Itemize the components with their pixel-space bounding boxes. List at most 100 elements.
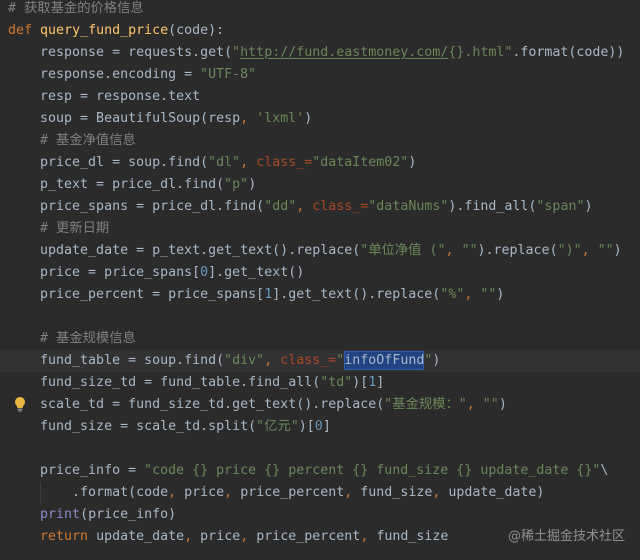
code-line[interactable]: price_percent = price_spans[1].get_text(… — [0, 284, 640, 306]
code-line[interactable]: fund_size_td = fund_table.find_all("td")… — [0, 372, 640, 394]
code-token-plain: update_date = p_text.get_text().replace( — [8, 243, 361, 258]
code-token-string: "td" — [320, 375, 353, 390]
code-token-plain: update_date — [88, 529, 185, 544]
code-token-plain: )[ — [352, 375, 369, 390]
code-token-plain: fund_size — [352, 485, 433, 500]
code-token-plain: fund_size = scale_td.split( — [8, 419, 257, 434]
code-token-plain: ) — [408, 155, 417, 170]
code-token-plain: \ — [600, 463, 609, 478]
code-token-string: "UTF-8" — [200, 67, 257, 82]
code-token-plain: price_spans = price_dl.find( — [8, 199, 265, 214]
code-line[interactable] — [0, 438, 640, 460]
code-token-number: 0 — [200, 265, 209, 280]
code-token-plain: price_info = — [8, 463, 145, 478]
code-line[interactable]: # 获取基金的价格信息 — [0, 0, 640, 20]
code-line[interactable]: .format(code, price, price_percent, fund… — [0, 482, 640, 504]
code-token-plain: price_percent — [248, 529, 361, 544]
code-token-string: "dataNums" — [368, 199, 449, 214]
indent-guide — [40, 482, 42, 504]
code-token-string: "div" — [224, 353, 265, 368]
code-token-comma: , — [240, 111, 249, 126]
code-line[interactable]: soup = BeautifulSoup(resp, 'lxml') — [0, 108, 640, 130]
code-line[interactable]: price_info = "code {} price {} percent {… — [0, 460, 640, 482]
code-line[interactable]: price_dl = soup.find("dl", class_="dataI… — [0, 152, 640, 174]
code-token-string: "%" — [440, 287, 465, 302]
lightbulb-icon[interactable] — [14, 352, 26, 412]
code-token-plain: price_percent = price_spans[ — [8, 287, 265, 302]
code-line[interactable]: scale_td = fund_size_td.get_text().repla… — [0, 394, 640, 416]
code-token-plain: price_percent — [232, 485, 345, 500]
code-token-plain: response.encoding = — [8, 67, 201, 82]
code-token-comma: , — [240, 155, 249, 170]
code-token-string: "单位净值 (" — [360, 243, 446, 258]
code-token-plain: price — [192, 529, 241, 544]
code-line[interactable]: price_spans = price_dl.find("dd", class_… — [0, 196, 640, 218]
code-token-comma: , — [224, 485, 233, 500]
code-token-string: "dd" — [264, 199, 297, 214]
code-token-plain: ) — [304, 111, 313, 126]
code-token-string: "" — [482, 397, 499, 412]
code-token-plain: price = price_spans[ — [8, 265, 201, 280]
code-token-plain: scale_td = fund_size_td.get_text().repla… — [8, 397, 385, 412]
code-token-plain: response = requests.get( — [8, 45, 233, 60]
code-line[interactable]: p_text = price_dl.find("p") — [0, 174, 640, 196]
code-token-comment: # 更新日期 — [8, 221, 110, 236]
code-token-comment: # 基金规模信息 — [8, 331, 136, 346]
code-token-plain: ) — [496, 287, 505, 302]
code-token-plain: price — [176, 485, 225, 500]
code-token-plain: ) — [498, 397, 507, 412]
code-token-comment: # 获取基金的价格信息 — [8, 1, 144, 16]
code-token-number: 0 — [314, 419, 323, 434]
code-token-plain: .format(code — [8, 485, 169, 500]
code-line[interactable]: fund_size = scale_td.split("亿元")[0] — [0, 416, 640, 438]
code-line[interactable]: print(price_info) — [0, 504, 640, 526]
code-token-string: ")" — [557, 243, 582, 258]
code-token-plain: ].get_text() — [208, 265, 305, 280]
code-token-string: "p" — [224, 177, 249, 192]
code-token-string: "span" — [536, 199, 585, 214]
code-token-comma: , — [264, 353, 273, 368]
code-token-plain: p_text = price_dl.find( — [8, 177, 225, 192]
code-token-plain: ].get_text().replace( — [272, 287, 441, 302]
code-token-param: class_= — [256, 155, 313, 170]
code-line[interactable]: resp = response.text — [0, 86, 640, 108]
code-line[interactable] — [0, 306, 640, 328]
code-token-string: " — [232, 45, 241, 60]
code-line-current[interactable]: fund_table = soup.find("div", class_="in… — [0, 350, 640, 412]
code-editor[interactable]: # 获取基金的价格信息 def query_fund_price(code): r… — [0, 0, 640, 560]
code-token-plain: ] — [322, 419, 331, 434]
code-token-comment: # 基金净值信息 — [8, 133, 136, 148]
code-area[interactable]: # 获取基金的价格信息 def query_fund_price(code): r… — [0, 0, 640, 548]
code-line[interactable]: # 基金净值信息 — [0, 130, 640, 152]
code-line[interactable]: response.encoding = "UTF-8" — [0, 64, 640, 86]
code-token-string: "" — [597, 243, 614, 258]
code-token-number: 1 — [264, 287, 273, 302]
code-token-plain: update_date) — [440, 485, 545, 500]
code-token-comma: , — [581, 243, 590, 258]
code-token-string: {}.html" — [448, 45, 513, 60]
code-line[interactable]: update_date = p_text.get_text().replace(… — [0, 240, 640, 262]
code-token-plain: fund_size — [368, 529, 449, 544]
code-token-plain: .format(code)) — [512, 45, 625, 60]
code-line[interactable]: def query_fund_price(code): — [0, 20, 640, 42]
code-token-selected: infoOfFund — [344, 351, 425, 370]
code-line[interactable]: price = price_spans[0].get_text() — [0, 262, 640, 284]
code-token-function: query_fund_price — [40, 23, 169, 38]
code-token-string: "dl" — [208, 155, 241, 170]
code-line[interactable]: # 更新日期 — [0, 218, 640, 240]
code-token-string: "" — [480, 287, 497, 302]
watermark: @稀土掘金技术社区 — [507, 529, 625, 544]
code-token-plain: ] — [376, 375, 385, 390]
code-token-comma: , — [184, 529, 193, 544]
code-line[interactable]: # 基金规模信息 — [0, 328, 640, 350]
code-token-plain: (price_info) — [80, 507, 177, 522]
code-line[interactable]: response = requests.get("http://fund.eas… — [0, 42, 640, 64]
code-token-plain: soup = BeautifulSoup(resp — [8, 111, 241, 126]
